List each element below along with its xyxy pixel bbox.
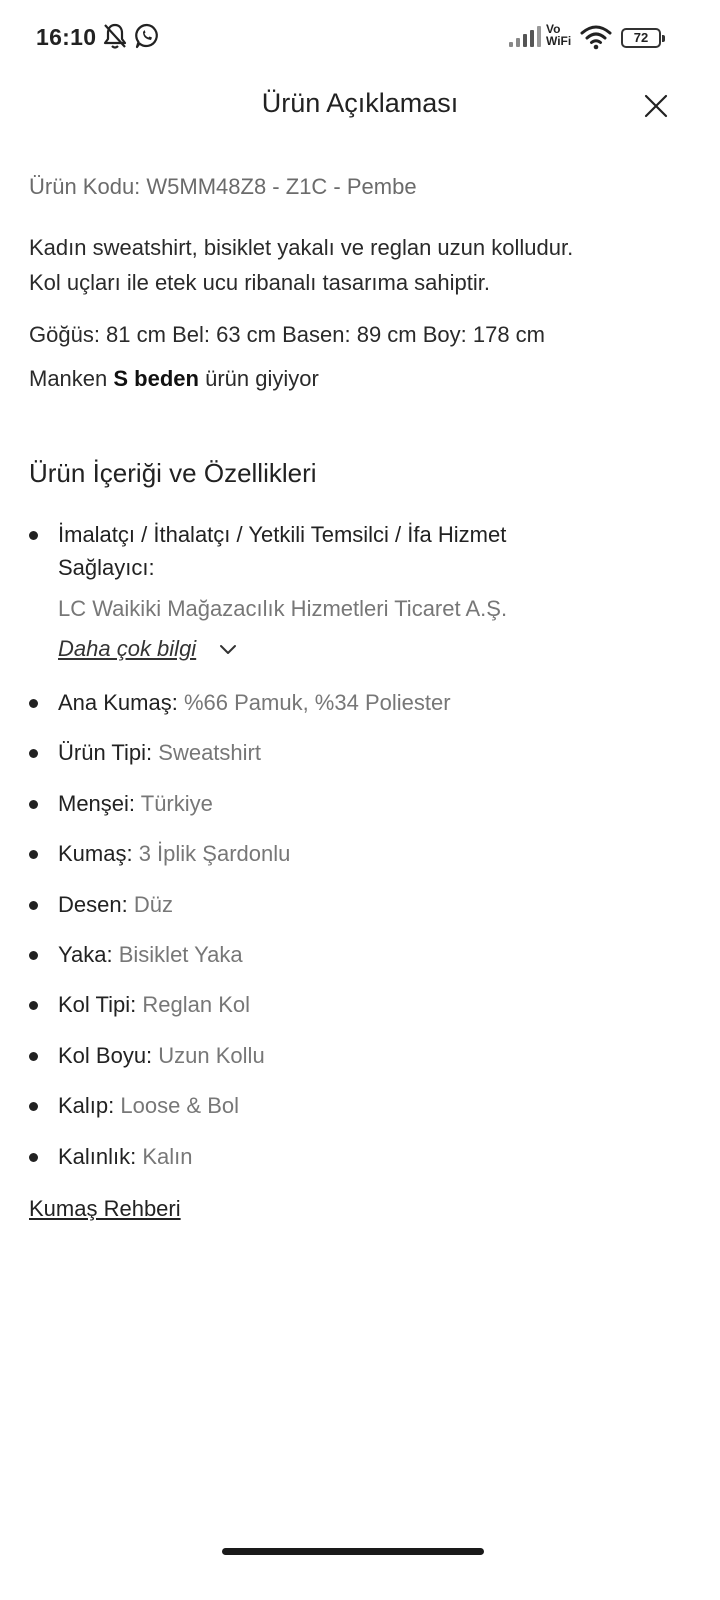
attribute-value: %66 Pamuk, %34 Poliester — [177, 690, 451, 715]
attribute-text: Ürün Tipi: Sweatshirt — [58, 736, 628, 769]
attribute-value: Uzun Kollu — [152, 1043, 265, 1068]
attribute-key: Kalıp: — [58, 1093, 115, 1118]
bell-off-icon — [103, 23, 127, 49]
home-indicator[interactable] — [222, 1548, 484, 1555]
bullet-dot — [29, 1102, 38, 1111]
attribute-text: Kumaş: 3 İplik Şardonlu — [58, 837, 628, 870]
manufacturer-label-line: Sağlayıcı: — [58, 555, 155, 580]
manufacturer-value: LC Waikiki Mağazacılık Hizmetleri Ticare… — [58, 596, 508, 621]
bullet-dot — [29, 699, 38, 708]
whatsapp-icon — [135, 23, 158, 49]
manufacturer-label: İmalatçı / İthalatçı / Yetkili Temsilci … — [58, 518, 628, 584]
attribute-key: Yaka: — [58, 942, 113, 967]
signal-icon — [509, 26, 541, 47]
attribute-value: Bisiklet Yaka — [112, 942, 243, 967]
attribute-value: Kalın — [136, 1144, 193, 1169]
bullet-dot — [29, 800, 38, 809]
description-line: Kadın sweatshirt, bisiklet yakalı ve reg… — [29, 235, 574, 260]
bullet-dot — [29, 951, 38, 960]
model-suffix: ürün giyiyor — [198, 366, 319, 391]
close-icon[interactable] — [638, 88, 674, 124]
vowifi-bottom-text: WiFi — [546, 34, 572, 48]
bullet-dot — [29, 531, 38, 540]
fabric-guide-link[interactable]: Kumaş Rehberi — [29, 1196, 181, 1222]
attribute-key: Kalınlık: — [58, 1144, 137, 1169]
attribute-key: Kol Boyu: — [58, 1043, 153, 1068]
bullet-dot — [29, 850, 38, 859]
battery-icon: 72 — [621, 28, 665, 48]
attribute-key: Ürün Tipi: — [58, 740, 153, 765]
bullet-dot — [29, 749, 38, 758]
attribute-key: Menşei: — [58, 791, 136, 816]
page-title: Ürün Açıklaması — [261, 88, 459, 118]
chevron-down-icon[interactable] — [218, 642, 238, 658]
more-info-link[interactable]: Daha çok bilgi — [58, 636, 196, 662]
model-prefix: Manken — [29, 366, 114, 391]
vowifi-indicator: Vo WiFi — [546, 23, 571, 47]
status-time: 16:10 — [36, 24, 97, 50]
attribute-key: Desen: — [58, 892, 128, 917]
attribute-key: Kumaş: — [58, 841, 133, 866]
bullet-dot — [29, 1153, 38, 1162]
model-size-info: Manken S beden ürün giyiyor — [29, 366, 319, 392]
model-measurements: Göğüs: 81 cm Bel: 63 cm Basen: 89 cm Boy… — [29, 322, 546, 347]
attribute-value: Loose & Bol — [114, 1093, 240, 1118]
bullet-dot — [29, 901, 38, 910]
description-line: Kol uçları ile etek ucu ribanalı tasarım… — [29, 270, 491, 295]
attribute-value: Sweatshirt — [152, 740, 261, 765]
bullet-dot — [29, 1052, 38, 1061]
product-description-text: Kadın sweatshirt, bisiklet yakalı ve reg… — [29, 230, 689, 300]
attribute-text: Kalınlık: Kalın — [58, 1140, 628, 1173]
attribute-value: Düz — [127, 892, 173, 917]
attribute-key: Kol Tipi: — [58, 992, 137, 1017]
attribute-text: Kalıp: Loose & Bol — [58, 1089, 628, 1122]
attribute-text: Desen: Düz — [58, 888, 628, 921]
section-title: Ürün İçeriği ve Özellikleri — [29, 458, 317, 488]
manufacturer-label-line: İmalatçı / İthalatçı / Yetkili Temsilci … — [58, 522, 507, 547]
attribute-text: Kol Tipi: Reglan Kol — [58, 988, 628, 1021]
attribute-value: Reglan Kol — [136, 992, 251, 1017]
attribute-text: Ana Kumaş: %66 Pamuk, %34 Poliester — [58, 686, 628, 719]
battery-level: 72 — [633, 30, 649, 45]
attribute-value: 3 İplik Şardonlu — [132, 841, 291, 866]
attribute-text: Menşei: Türkiye — [58, 787, 628, 820]
product-code: Ürün Kodu: W5MM48Z8 - Z1C - Pembe — [29, 174, 417, 199]
status-bar: 16:10 Vo WiFi 72 — [0, 0, 720, 76]
wifi-icon — [580, 25, 612, 50]
attribute-text: Yaka: Bisiklet Yaka — [58, 938, 628, 971]
attribute-value: Türkiye — [135, 791, 213, 816]
attribute-text: Kol Boyu: Uzun Kollu — [58, 1039, 628, 1072]
attribute-key: Ana Kumaş: — [58, 690, 178, 715]
model-size: S beden — [113, 366, 199, 391]
close-button[interactable] — [638, 88, 674, 124]
bullet-dot — [29, 1001, 38, 1010]
